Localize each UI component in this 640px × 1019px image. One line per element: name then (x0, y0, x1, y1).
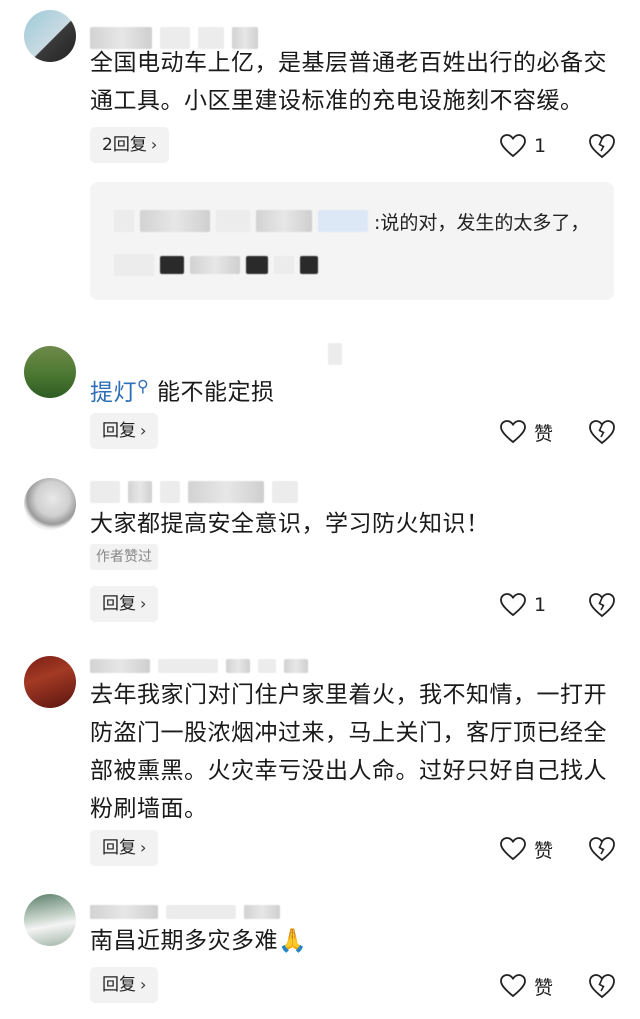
avatar[interactable] (24, 10, 76, 62)
comment-text: 去年我家门对门住户家里着火，我不知情，一打开防盗门一股浓烟冲过来，马上关门，客厅… (90, 682, 607, 822)
broken-heart-icon[interactable] (588, 132, 616, 160)
reply-label: 回复 (102, 838, 136, 858)
heart-outline-icon (500, 837, 526, 861)
chevron-right-icon: › (140, 838, 147, 857)
like-button[interactable]: 1 (500, 591, 546, 619)
broken-heart-icon[interactable] (588, 972, 616, 1000)
like-label: 赞 (534, 976, 554, 999)
chevron-right-icon: › (140, 975, 147, 994)
reply-button[interactable]: 回复 › (90, 830, 159, 866)
comment-text: 南昌近期多灾多难🙏 (90, 928, 308, 954)
like-count: 1 (534, 594, 547, 616)
reply-button[interactable]: 回复 › (90, 413, 159, 449)
heart-outline-icon (500, 593, 526, 617)
avatar[interactable] (24, 346, 76, 398)
comment-text: 全国电动车上亿，是基层普通老百姓出行的必备交通工具。小区里建设标准的充电设施刻不… (90, 50, 607, 114)
broken-heart-icon[interactable] (588, 835, 616, 863)
avatar[interactable] (24, 656, 76, 708)
view-all-replies-link[interactable] (114, 252, 318, 278)
like-button[interactable]: 赞 (500, 835, 553, 863)
search-icon: ⚲ (137, 376, 150, 395)
chevron-right-icon: › (140, 594, 147, 613)
sub-reply-line: :说的对，发生的太多了， (114, 206, 589, 236)
like-button[interactable]: 赞 (500, 418, 553, 446)
heart-outline-icon (500, 974, 526, 998)
comment-text: 提灯⚲ 能不能定损 (90, 376, 275, 406)
author-liked-badge: 作者赞过 (90, 544, 158, 570)
heart-outline-icon (500, 420, 526, 444)
sub-reply-box[interactable]: :说的对，发生的太多了， (90, 182, 614, 300)
like-button[interactable]: 1 (500, 132, 546, 160)
reply-button[interactable]: 回复 › (90, 586, 159, 622)
reply-button[interactable]: 回复 › (90, 967, 159, 1003)
username-blurred[interactable] (90, 340, 342, 368)
reply-label: 2回复 (102, 135, 147, 155)
reply-label: 回复 (102, 594, 136, 614)
like-label: 赞 (534, 422, 554, 445)
comment-text: 大家都提高安全意识，学习防火知识！ (90, 511, 490, 537)
like-label: 赞 (534, 839, 554, 862)
like-count: 1 (534, 135, 547, 157)
mention-link[interactable]: 提灯⚲ (90, 376, 149, 406)
broken-heart-icon[interactable] (588, 591, 616, 619)
avatar[interactable] (24, 478, 76, 530)
heart-outline-icon (500, 134, 526, 158)
chevron-right-icon: › (150, 135, 158, 154)
avatar[interactable] (24, 894, 76, 946)
reply-label: 回复 (102, 975, 136, 995)
reply-label: 回复 (102, 421, 136, 441)
broken-heart-icon[interactable] (588, 418, 616, 446)
reply-button[interactable]: 2回复 › (90, 127, 170, 163)
sub-reply-text: :说的对，发生的太多了， (374, 211, 590, 234)
like-button[interactable]: 赞 (500, 972, 553, 1000)
chevron-right-icon: › (140, 421, 147, 440)
username-blurred[interactable] (90, 478, 298, 506)
